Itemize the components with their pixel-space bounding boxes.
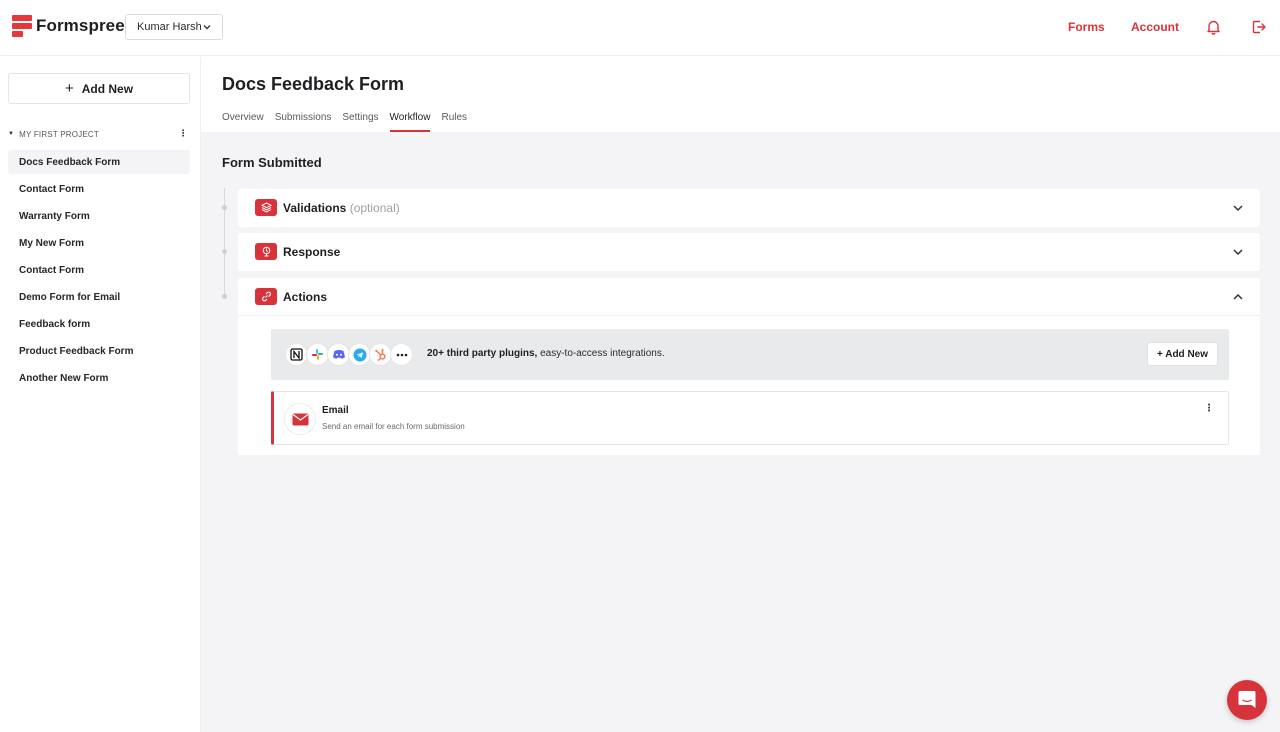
tab-settings[interactable]: Settings xyxy=(342,112,378,132)
link-icon xyxy=(255,288,277,305)
telegram-icon[interactable] xyxy=(348,343,371,366)
notion-icon[interactable] xyxy=(285,343,308,366)
bell-icon[interactable] xyxy=(1206,19,1221,35)
slack-icon[interactable] xyxy=(306,343,329,366)
formspree-logo-icon xyxy=(12,15,32,37)
chevron-down-icon xyxy=(203,25,211,30)
user-select[interactable]: Kumar Harsh xyxy=(125,14,223,40)
actions-step[interactable]: Actions xyxy=(238,278,1260,316)
add-plugin-button[interactable]: + Add New xyxy=(1147,342,1218,366)
page-title: Docs Feedback Form xyxy=(222,74,405,94)
layers-icon xyxy=(255,199,277,216)
tab-bar: Overview Submissions Settings Workflow R… xyxy=(222,112,478,132)
plugins-banner: 20+ third party plugins, easy-to-access … xyxy=(271,329,1229,380)
project-name: MY FIRST PROJECT xyxy=(19,129,99,139)
tab-workflow[interactable]: Workflow xyxy=(389,112,431,132)
form-list-item[interactable]: Warranty Form xyxy=(8,204,190,228)
discord-icon[interactable] xyxy=(327,343,350,366)
user-select-label: Kumar Harsh xyxy=(137,21,202,33)
sidebar: + Add New ▼ MY FIRST PROJECT ⋮ Docs Feed… xyxy=(0,57,201,732)
section-title: Form Submitted xyxy=(222,155,322,170)
tab-rules[interactable]: Rules xyxy=(441,112,467,132)
plugins-desc: easy-to-access integrations. xyxy=(537,348,665,359)
main-content: Docs Feedback Form Overview Submissions … xyxy=(201,57,1280,732)
response-label: Response xyxy=(283,245,341,259)
form-list-item[interactable]: Feedback form xyxy=(8,312,190,336)
more-icon[interactable] xyxy=(390,343,413,366)
chat-icon xyxy=(1238,691,1256,708)
add-new-label: Add New xyxy=(81,81,134,96)
envelope-icon xyxy=(284,403,316,435)
page-header: Docs Feedback Form Overview Submissions … xyxy=(201,57,1280,132)
form-list-item[interactable]: Demo Form for Email xyxy=(8,285,190,309)
form-list: Docs Feedback Form Contact Form Warranty… xyxy=(8,150,190,393)
timeline-dot xyxy=(222,205,227,210)
form-list-item[interactable]: Another New Form xyxy=(8,366,190,390)
actions-label: Actions xyxy=(283,290,328,304)
brand-name: Formspree xyxy=(36,16,125,35)
validations-title: Validations xyxy=(283,201,347,215)
actions-panel: 20+ third party plugins, easy-to-access … xyxy=(238,315,1260,455)
plus-icon: + xyxy=(64,80,74,97)
chevron-up-icon[interactable] xyxy=(1232,292,1244,302)
email-action-description: Send an email for each form submission xyxy=(322,422,465,431)
response-step[interactable]: Response xyxy=(238,233,1260,271)
plugin-icons xyxy=(285,343,413,366)
form-list-item[interactable]: Docs Feedback Form xyxy=(8,150,190,174)
formspree-logo[interactable]: Formspree xyxy=(12,15,125,37)
form-list-item[interactable]: My New Form xyxy=(8,231,190,255)
logout-icon[interactable] xyxy=(1251,19,1267,35)
tab-overview[interactable]: Overview xyxy=(222,112,264,132)
tab-submissions[interactable]: Submissions xyxy=(275,112,332,132)
form-list-item[interactable]: Contact Form xyxy=(8,177,190,201)
chat-widget-button[interactable] xyxy=(1227,680,1267,720)
validations-optional: (optional) xyxy=(349,201,400,215)
chevron-down-icon[interactable] xyxy=(1232,203,1244,213)
form-list-item[interactable]: Product Feedback Form xyxy=(8,339,190,363)
timeline-dot xyxy=(222,294,227,299)
email-action-menu-icon[interactable]: ⋮ xyxy=(1204,403,1214,414)
plugins-text: 20+ third party plugins, easy-to-access … xyxy=(427,348,665,359)
validations-label: Validations (optional) xyxy=(283,201,400,215)
email-action-title: Email xyxy=(322,405,349,416)
validations-step[interactable]: Validations (optional) xyxy=(238,189,1260,227)
project-header[interactable]: ▼ MY FIRST PROJECT ⋮ xyxy=(8,128,190,140)
project-menu-icon[interactable]: ⋮ xyxy=(179,128,188,139)
top-bar: Formspree Kumar Harsh Forms Account xyxy=(0,0,1280,56)
caret-down-icon: ▼ xyxy=(8,131,15,137)
nav-forms[interactable]: Forms xyxy=(1068,20,1105,34)
form-list-item[interactable]: Contact Form xyxy=(8,258,190,282)
chevron-down-icon[interactable] xyxy=(1232,247,1244,257)
response-icon xyxy=(255,243,277,260)
hubspot-icon[interactable] xyxy=(369,343,392,366)
timeline-dot xyxy=(222,249,227,254)
plugins-bold-text: 20+ third party plugins, xyxy=(427,348,538,359)
add-new-button[interactable]: + Add New xyxy=(8,73,190,104)
email-action-card[interactable]: Email Send an email for each form submis… xyxy=(271,391,1229,445)
nav-account[interactable]: Account xyxy=(1131,20,1179,34)
